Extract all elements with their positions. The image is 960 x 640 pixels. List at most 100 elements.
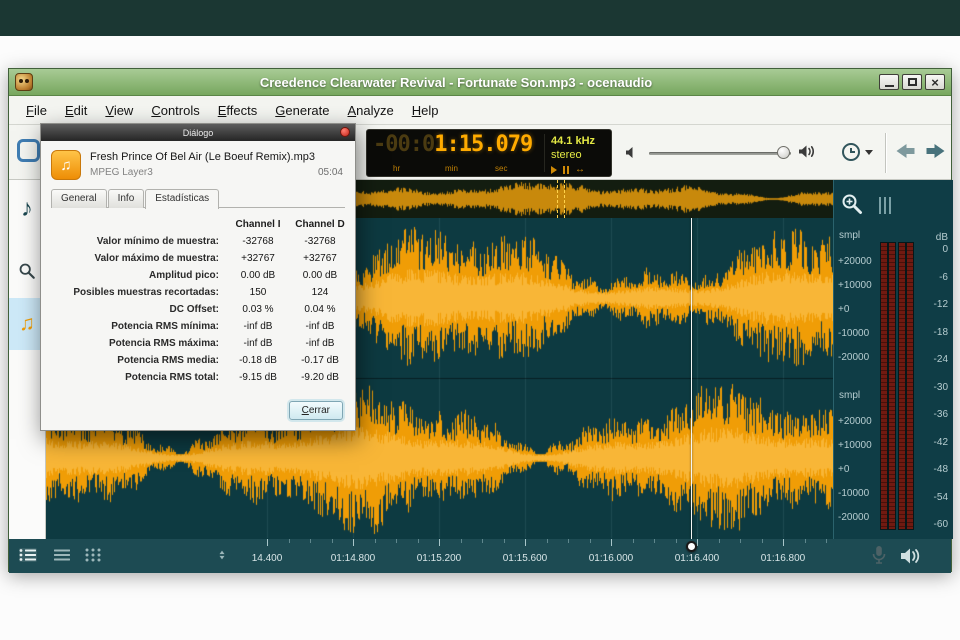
sample-scale-label: +10000 <box>838 440 872 451</box>
microphone-icon[interactable] <box>871 545 887 565</box>
db-scale-label: -60 <box>934 519 948 530</box>
volume-low-icon <box>625 146 638 159</box>
volume-slider-knob[interactable] <box>777 146 790 159</box>
level-meter-left <box>880 242 896 530</box>
channel-mode-label: stereo <box>551 149 582 161</box>
loop-state-icon <box>575 165 585 175</box>
file-name: Fresh Prince Of Bel Air (Le Boeuf Remix)… <box>90 151 345 163</box>
volume-slider[interactable] <box>649 145 791 161</box>
timeline-tick <box>568 539 569 543</box>
dialog-title: Diálogo <box>183 128 214 138</box>
menu-item-generate[interactable]: Generate <box>266 103 338 118</box>
file-duration: 05:04 <box>318 167 345 178</box>
close-button[interactable] <box>925 74 945 90</box>
window-titlebar: Creedence Clearwater Revival - Fortunate… <box>9 69 951 96</box>
stats-value: 150 <box>227 284 289 301</box>
undo-back-button[interactable] <box>892 140 917 162</box>
db-scale-label: -36 <box>934 409 948 420</box>
db-scale: dB 0-6-12-18-24-30-36-42-48-54-60 <box>918 180 950 539</box>
time-format-button[interactable] <box>842 139 882 165</box>
list-view-icon[interactable] <box>19 548 37 562</box>
cerrar-button[interactable]: Cerrar <box>289 401 343 420</box>
sample-scale-label: -20000 <box>838 512 869 523</box>
zoom-in-icon[interactable] <box>841 193 863 215</box>
db-scale-label: -18 <box>934 327 948 338</box>
timeline-tick <box>783 539 784 546</box>
pause-state-icon <box>563 166 565 174</box>
timeline-tick <box>654 539 655 543</box>
tab-info[interactable]: Info <box>108 189 145 208</box>
timeline-tick <box>396 539 397 543</box>
stats-value: 0.00 dB <box>227 267 289 284</box>
timeline-label: 01:15.200 <box>417 553 462 564</box>
stats-value: +32767 <box>289 250 351 267</box>
sample-scale-label: -10000 <box>838 488 869 499</box>
menu-item-controls[interactable]: Controls <box>142 103 208 118</box>
menu-item-edit[interactable]: Edit <box>56 103 96 118</box>
timeline-tick <box>375 539 376 543</box>
menu-item-help[interactable]: Help <box>403 103 448 118</box>
menu-bar: FileEditViewControlsEffectsGenerateAnaly… <box>9 96 951 125</box>
meter-bar <box>881 243 887 529</box>
tab-estadísticas[interactable]: Estadísticas <box>145 189 219 209</box>
redo-forward-button[interactable] <box>924 140 949 162</box>
playhead-handle[interactable] <box>686 541 697 552</box>
db-scale-label: -30 <box>934 382 948 393</box>
stats-value: -32768 <box>289 233 351 250</box>
desktop-top-strip <box>0 0 960 36</box>
stats-row-label: Potencia RMS máxima: <box>51 335 227 352</box>
timeline-tick <box>267 539 268 546</box>
tab-general[interactable]: General <box>51 189 107 208</box>
status-bar: 14.40001:14.80001:15.20001:15.60001:16.0… <box>9 539 951 573</box>
playhead-line[interactable] <box>691 218 692 539</box>
stats-row-label: Posibles muestras recortadas: <box>51 284 227 301</box>
stats-value: -inf dB <box>227 318 289 335</box>
maximize-button[interactable] <box>902 74 922 90</box>
stats-row-label: Valor máximo de muestra: <box>51 250 227 267</box>
speaker-icon[interactable] <box>899 546 923 566</box>
time-digits-dim: -00:0 <box>373 132 434 157</box>
dialog-close-icon[interactable] <box>340 127 350 137</box>
timeline-tick <box>439 539 440 546</box>
stats-value: -0.18 dB <box>227 352 289 369</box>
timeline-tick <box>719 539 720 543</box>
timeline-ruler[interactable]: 14.40001:14.80001:15.20001:15.60001:16.0… <box>46 539 833 573</box>
smpl-label: smpl <box>839 230 860 241</box>
menu-item-view[interactable]: View <box>96 103 142 118</box>
panel-grip-handle[interactable] <box>879 197 893 214</box>
timeline-tick <box>310 539 311 543</box>
sample-scale-label: +0 <box>838 304 849 315</box>
sample-rate-label: 44.1 kHz <box>551 135 595 147</box>
volume-high-icon <box>798 144 816 159</box>
meter-bar <box>907 243 913 529</box>
window-controls <box>879 74 945 90</box>
stats-column-header: Channel I <box>227 216 289 233</box>
unit-min-label: min <box>445 164 458 173</box>
stats-value: -9.15 dB <box>227 369 289 386</box>
stats-value: 124 <box>289 284 351 301</box>
menu-item-effects[interactable]: Effects <box>209 103 267 118</box>
selection-tool-icon[interactable] <box>17 139 40 162</box>
timeline-tick <box>590 539 591 543</box>
meter-panel: smpl+20000+10000+0-10000-20000 smpl+2000… <box>833 180 953 539</box>
menu-item-file[interactable]: File <box>17 103 56 118</box>
file-header: Fresh Prince Of Bel Air (Le Boeuf Remix)… <box>51 150 345 180</box>
dialog-tabs: GeneralInfoEstadísticas <box>51 189 345 208</box>
timeline-tick <box>826 539 827 543</box>
overview-selection-marker[interactable] <box>557 180 565 218</box>
dialog-titlebar: Diálogo <box>41 124 355 141</box>
timeline-tick <box>525 539 526 546</box>
timeline-label: 01:16.000 <box>589 553 634 564</box>
minimize-button[interactable] <box>879 74 899 90</box>
db-scale-label: -42 <box>934 437 948 448</box>
timeline-tick <box>332 539 333 543</box>
timeline-label: 01:14.800 <box>331 553 376 564</box>
sample-scale-label: +20000 <box>838 416 872 427</box>
stats-row-label: Potencia RMS mínima: <box>51 318 227 335</box>
maximize-icon <box>908 78 917 86</box>
menu-item-analyze[interactable]: Analyze <box>338 103 402 118</box>
sample-scale-label: +0 <box>838 464 849 475</box>
unit-sec-label: sec <box>495 164 507 173</box>
file-meta: Fresh Prince Of Bel Air (Le Boeuf Remix)… <box>90 150 345 180</box>
stats-corner-cell <box>51 216 227 233</box>
